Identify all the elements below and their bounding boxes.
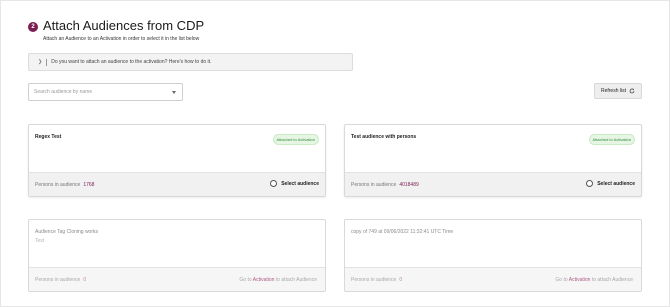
persons-in-audience: Persons in audience 0 [35,277,86,283]
card-footer: Persons in audience 1768 Select audience [29,172,325,196]
persons-label: Persons in audience [35,182,81,188]
help-accordion[interactable]: ❯ Do you want to attach an audience to t… [28,53,353,71]
persons-in-audience: Persons in audience 0 [351,277,402,283]
divider [46,58,48,66]
persons-label: Persons in audience [351,182,397,188]
card-footer: Persons in audience 0 Go to Activation to… [345,267,641,291]
persons-count: 4018489 [399,182,419,188]
persons-in-audience: Persons in audience 1768 [35,182,94,188]
select-audience-radio[interactable]: Select audience [270,180,319,187]
goto-prefix: Go to [239,277,252,283]
radio-icon[interactable] [270,180,278,187]
page-subtitle: Attach an Audience to an Activation in o… [43,36,200,42]
audience-search-select[interactable] [28,83,183,101]
persons-count: 0 [399,277,403,283]
refresh-list-label: Refresh list [600,88,626,94]
card-footer: Persons in audience 0 Go to Activation to… [29,267,325,291]
goto-prefix: Go to [555,277,568,283]
chevron-right-icon: ❯ [38,59,43,65]
goto-activation-hint: Go to Activation to attach Audience [239,277,317,283]
persons-count: 1768 [83,182,95,188]
activation-link[interactable]: Activation [253,277,275,283]
audience-name: Regex Test [35,134,62,140]
persons-label: Persons in audience [351,277,397,283]
audience-card[interactable]: Test audience with persons Attached to A… [344,124,642,197]
activation-link[interactable]: Activation [569,277,591,283]
refresh-list-button[interactable]: Refresh list [594,83,642,99]
select-audience-label[interactable]: Select audience [597,181,635,187]
goto-suffix: to attach Audience [275,277,317,283]
audience-card: copy of 749 at 09/06/2022 11:32:41 UTC T… [344,219,642,292]
goto-suffix: to attach Audience [591,277,633,283]
status-badge: Attached to Activation [272,134,319,145]
search-input[interactable] [34,89,164,95]
audience-name: Audience Tag Cloning works [35,229,99,235]
caret-down-icon[interactable] [172,91,176,94]
refresh-icon [629,88,635,94]
audience-name: Test audience with persons [351,134,417,140]
persons-in-audience: Persons in audience 4018489 [351,182,419,188]
select-audience-radio[interactable]: Select audience [586,180,635,187]
audience-card: Audience Tag Cloning works Test Persons … [28,219,326,292]
help-text: Do you want to attach an audience to the… [51,59,212,65]
persons-count: 0 [83,277,87,283]
status-badge: Attached to Activation [588,134,635,145]
radio-icon[interactable] [586,180,594,187]
select-audience-label[interactable]: Select audience [281,181,319,187]
goto-activation-hint: Go to Activation to attach Audience [555,277,633,283]
step-number-badge: 2 [28,22,38,32]
card-footer: Persons in audience 4018489 Select audien… [345,172,641,196]
audience-name: copy of 749 at 09/06/2022 11:32:41 UTC T… [351,229,454,235]
audience-card[interactable]: Regex Test Attached to Activation Person… [28,124,326,197]
page-title: Attach Audiences from CDP [43,18,205,33]
persons-label: Persons in audience [35,277,81,283]
audience-description: Test [35,238,45,244]
